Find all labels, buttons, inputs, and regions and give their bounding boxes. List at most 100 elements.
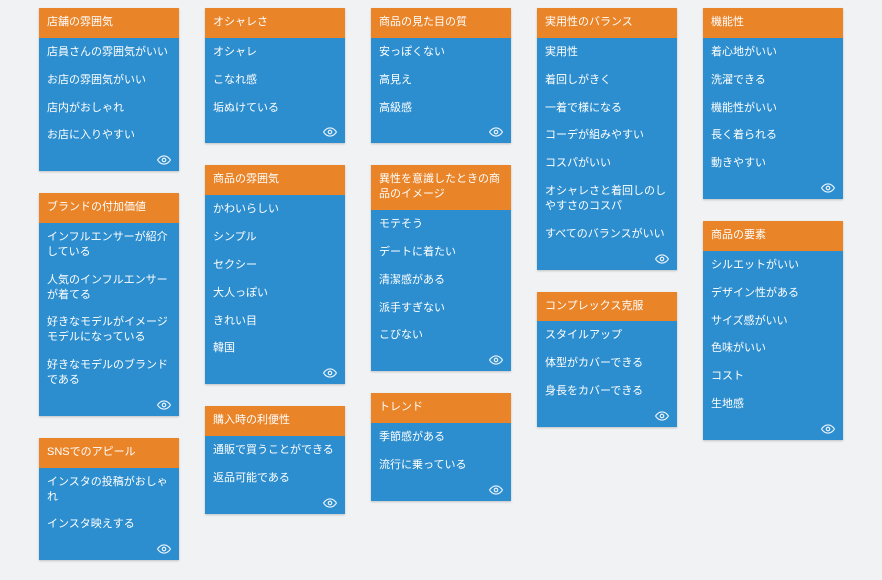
card-item[interactable]: デートに着たい bbox=[371, 238, 511, 266]
card-item[interactable]: こなれ感 bbox=[205, 66, 345, 94]
card[interactable]: SNSでのアピールインスタの投稿がおしゃれインスタ映えする bbox=[39, 438, 179, 560]
card-item[interactable]: 着心地がいい bbox=[703, 38, 843, 66]
visibility-icon[interactable] bbox=[157, 542, 171, 556]
card-item[interactable]: 店員さんの雰囲気がいい bbox=[39, 38, 179, 66]
card-item[interactable]: モテそう bbox=[371, 210, 511, 238]
board: 店舗の雰囲気店員さんの雰囲気がいいお店の雰囲気がいい店内がおしゃれお店に入りやす… bbox=[0, 0, 882, 580]
card-item[interactable]: 好きなモデルのブランドである bbox=[39, 351, 179, 394]
card-item[interactable]: 大人っぽい bbox=[205, 279, 345, 307]
card-item[interactable]: お店の雰囲気がいい bbox=[39, 66, 179, 94]
card-item[interactable]: 着回しがきく bbox=[537, 66, 677, 94]
card-item[interactable]: 清潔感がある bbox=[371, 266, 511, 294]
card-item[interactable]: インスタ映えする bbox=[39, 510, 179, 538]
card-body: スタイルアップ体型がカバーできる身長をカバーできる bbox=[537, 321, 677, 427]
card-header[interactable]: 店舗の雰囲気 bbox=[39, 8, 179, 38]
card-item[interactable]: お店に入りやすい bbox=[39, 121, 179, 149]
card[interactable]: オシャレさオシャレこなれ感垢ぬけている bbox=[205, 8, 345, 143]
card-item[interactable]: シンプル bbox=[205, 223, 345, 251]
card-item[interactable]: セクシー bbox=[205, 251, 345, 279]
card-item[interactable]: インスタの投稿がおしゃれ bbox=[39, 468, 179, 511]
card[interactable]: 商品の見た目の質安っぽくない高見え高級感 bbox=[371, 8, 511, 143]
card[interactable]: 購入時の利便性通販で買うことができる返品可能である bbox=[205, 406, 345, 514]
card-item[interactable]: 高級感 bbox=[371, 94, 511, 122]
card[interactable]: ブランドの付加価値インフルエンサーが紹介している人気のインフルエンサーが着てる好… bbox=[39, 193, 179, 416]
card-item[interactable]: 季節感がある bbox=[371, 423, 511, 451]
card[interactable]: 異性を意識したときの商品のイメージモテそうデートに着たい清潔感がある派手すぎない… bbox=[371, 165, 511, 371]
card-header[interactable]: 実用性のバランス bbox=[537, 8, 677, 38]
card-header[interactable]: 商品の雰囲気 bbox=[205, 165, 345, 195]
card-item[interactable]: 好きなモデルがイメージモデルになっている bbox=[39, 308, 179, 351]
card-item[interactable]: 色味がいい bbox=[703, 334, 843, 362]
card[interactable]: 店舗の雰囲気店員さんの雰囲気がいいお店の雰囲気がいい店内がおしゃれお店に入りやす… bbox=[39, 8, 179, 171]
card-item[interactable]: 店内がおしゃれ bbox=[39, 94, 179, 122]
card-header[interactable]: トレンド bbox=[371, 393, 511, 423]
card[interactable]: 実用性のバランス実用性着回しがきく一着で様になるコーデが組みやすいコスパがいいオ… bbox=[537, 8, 677, 270]
card-body: 店員さんの雰囲気がいいお店の雰囲気がいい店内がおしゃれお店に入りやすい bbox=[39, 38, 179, 171]
card-header[interactable]: SNSでのアピール bbox=[39, 438, 179, 468]
card-item[interactable]: インフルエンサーが紹介している bbox=[39, 223, 179, 266]
card-item[interactable]: 高見え bbox=[371, 66, 511, 94]
card-item[interactable]: コスト bbox=[703, 362, 843, 390]
card-item[interactable]: コスパがいい bbox=[537, 149, 677, 177]
card-item[interactable]: コーデが組みやすい bbox=[537, 121, 677, 149]
card-item[interactable]: 垢ぬけている bbox=[205, 94, 345, 122]
card-item[interactable]: すべてのバランスがいい bbox=[537, 220, 677, 248]
card-item[interactable]: 体型がカバーできる bbox=[537, 349, 677, 377]
card-header[interactable]: 商品の要素 bbox=[703, 221, 843, 251]
card[interactable]: トレンド季節感がある流行に乗っている bbox=[371, 393, 511, 501]
visibility-icon[interactable] bbox=[489, 483, 503, 497]
card-body: オシャレこなれ感垢ぬけている bbox=[205, 38, 345, 144]
card-header[interactable]: オシャレさ bbox=[205, 8, 345, 38]
card-item[interactable]: 一着で様になる bbox=[537, 94, 677, 122]
card-item[interactable]: 洗濯できる bbox=[703, 66, 843, 94]
column: 店舗の雰囲気店員さんの雰囲気がいいお店の雰囲気がいい店内がおしゃれお店に入りやす… bbox=[39, 8, 179, 560]
visibility-icon[interactable] bbox=[821, 181, 835, 195]
card-item[interactable]: 流行に乗っている bbox=[371, 451, 511, 479]
card[interactable]: 機能性着心地がいい洗濯できる機能性がいい長く着られる動きやすい bbox=[703, 8, 843, 199]
card-item[interactable]: 生地感 bbox=[703, 390, 843, 418]
card-item[interactable]: 安っぽくない bbox=[371, 38, 511, 66]
card[interactable]: コンプレックス克服スタイルアップ体型がカバーできる身長をカバーできる bbox=[537, 292, 677, 427]
card-item[interactable]: サイズ感がいい bbox=[703, 307, 843, 335]
card-body: 着心地がいい洗濯できる機能性がいい長く着られる動きやすい bbox=[703, 38, 843, 199]
card-body: インスタの投稿がおしゃれインスタ映えする bbox=[39, 468, 179, 561]
card-header[interactable]: 購入時の利便性 bbox=[205, 406, 345, 436]
column: 機能性着心地がいい洗濯できる機能性がいい長く着られる動きやすい商品の要素シルエッ… bbox=[703, 8, 843, 440]
card-item[interactable]: スタイルアップ bbox=[537, 321, 677, 349]
card-item[interactable]: こびない bbox=[371, 321, 511, 349]
visibility-icon[interactable] bbox=[323, 496, 337, 510]
card-item[interactable]: オシャレさと着回しのしやすさのコスパ bbox=[537, 177, 677, 220]
card-item[interactable]: 実用性 bbox=[537, 38, 677, 66]
card-item[interactable]: 通販で買うことができる bbox=[205, 436, 345, 464]
card-header[interactable]: 商品の見た目の質 bbox=[371, 8, 511, 38]
visibility-icon[interactable] bbox=[323, 125, 337, 139]
card-item[interactable]: きれい目 bbox=[205, 307, 345, 335]
visibility-icon[interactable] bbox=[157, 398, 171, 412]
card-item[interactable]: オシャレ bbox=[205, 38, 345, 66]
card-item[interactable]: デザイン性がある bbox=[703, 279, 843, 307]
card-header[interactable]: 異性を意識したときの商品のイメージ bbox=[371, 165, 511, 210]
card-item[interactable]: 返品可能である bbox=[205, 464, 345, 492]
visibility-icon[interactable] bbox=[655, 252, 669, 266]
card-item[interactable]: 動きやすい bbox=[703, 149, 843, 177]
card-item[interactable]: 韓国 bbox=[205, 334, 345, 362]
card-body: 通販で買うことができる返品可能である bbox=[205, 436, 345, 514]
card-header[interactable]: 機能性 bbox=[703, 8, 843, 38]
card-item[interactable]: かわいらしい bbox=[205, 195, 345, 223]
visibility-icon[interactable] bbox=[157, 153, 171, 167]
card-item[interactable]: 派手すぎない bbox=[371, 294, 511, 322]
visibility-icon[interactable] bbox=[323, 366, 337, 380]
visibility-icon[interactable] bbox=[821, 422, 835, 436]
visibility-icon[interactable] bbox=[489, 125, 503, 139]
visibility-icon[interactable] bbox=[655, 409, 669, 423]
visibility-icon[interactable] bbox=[489, 353, 503, 367]
card-item[interactable]: 人気のインフルエンサーが着てる bbox=[39, 266, 179, 309]
card-header[interactable]: ブランドの付加価値 bbox=[39, 193, 179, 223]
card-item[interactable]: シルエットがいい bbox=[703, 251, 843, 279]
card-item[interactable]: 機能性がいい bbox=[703, 94, 843, 122]
card[interactable]: 商品の要素シルエットがいいデザイン性があるサイズ感がいい色味がいいコスト生地感 bbox=[703, 221, 843, 440]
card-item[interactable]: 身長をカバーできる bbox=[537, 377, 677, 405]
card-header[interactable]: コンプレックス克服 bbox=[537, 292, 677, 322]
card[interactable]: 商品の雰囲気かわいらしいシンプルセクシー大人っぽいきれい目韓国 bbox=[205, 165, 345, 384]
card-item[interactable]: 長く着られる bbox=[703, 121, 843, 149]
